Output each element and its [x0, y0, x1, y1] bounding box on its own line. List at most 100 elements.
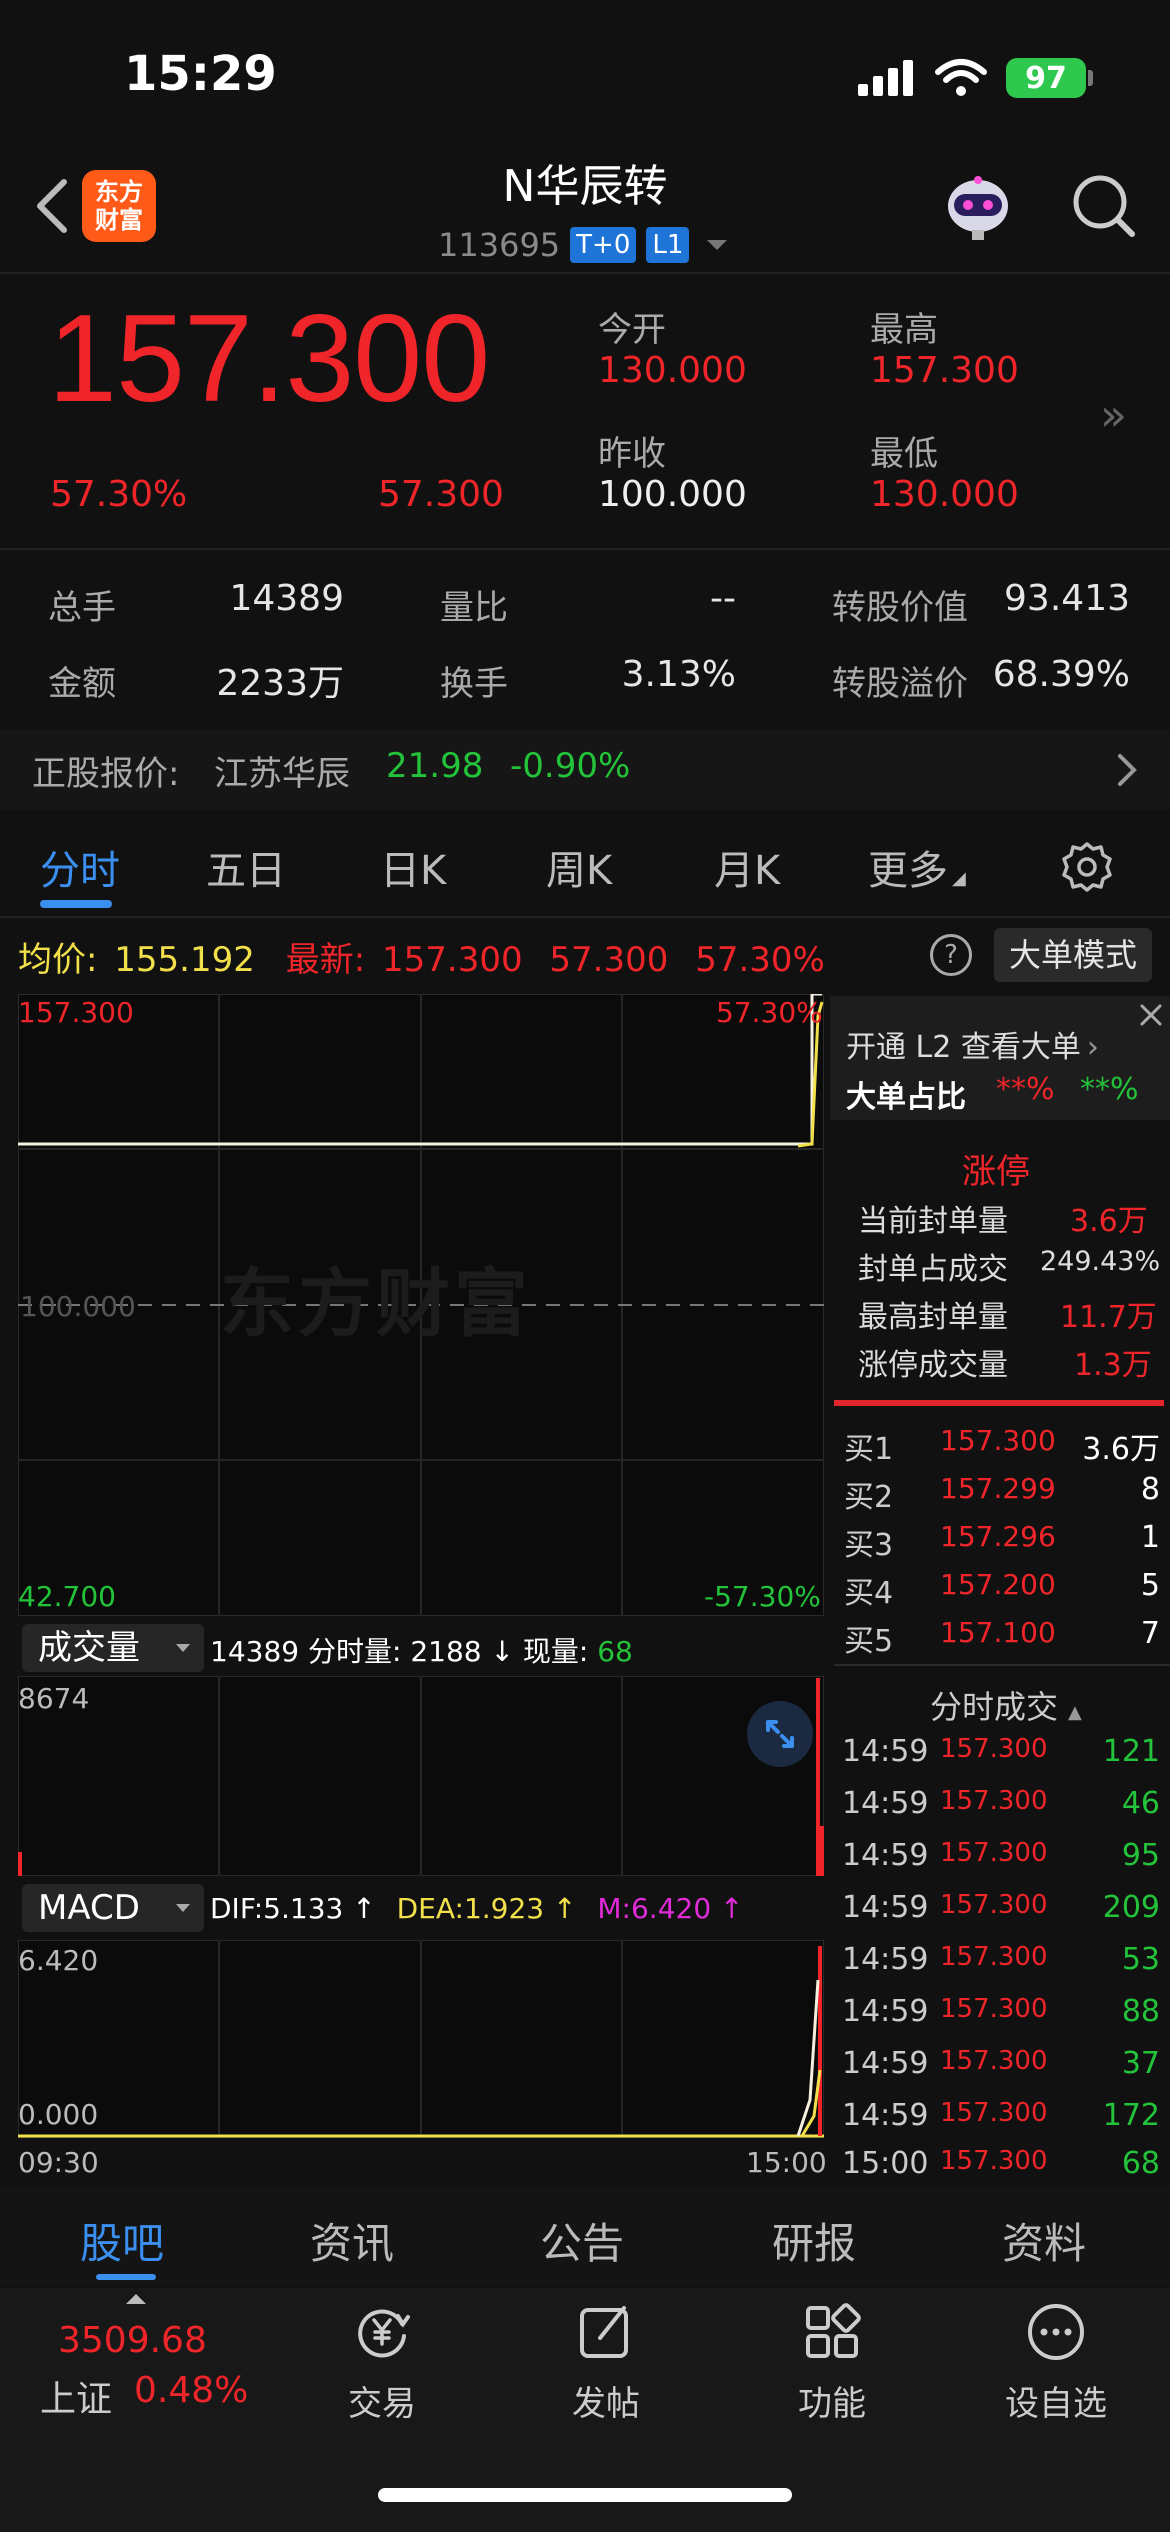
bid-label: 买3 — [844, 1528, 894, 1563]
underlying-name: 江苏华辰 — [214, 754, 350, 794]
bid-qty: 1 — [1140, 1520, 1160, 1555]
macd-indicator-select[interactable]: MACD — [22, 1884, 204, 1932]
more-dots-icon — [1028, 2304, 1084, 2360]
time-end-label: 15:00 — [746, 2146, 827, 2179]
trade-price: 157.300 — [940, 2146, 1048, 2176]
tab-guba[interactable]: 股吧 — [80, 2210, 164, 2271]
compose-icon — [580, 2306, 628, 2358]
tab-weekly-k[interactable]: 周K — [546, 838, 612, 896]
chart-top-pct: 57.30% — [716, 996, 823, 1029]
trade-row: 14:59 157.300 172 — [842, 2098, 1160, 2148]
seal-ratio-label: 封单占成交 — [858, 1252, 1008, 1287]
tab-intraday[interactable]: 分时 — [40, 838, 120, 896]
index-value[interactable]: 3509.68 — [58, 2320, 207, 2361]
battery-icon: 97 — [1006, 58, 1086, 98]
bid-qty: 5 — [1140, 1568, 1160, 1603]
big-order-mode-button[interactable]: 大单模式 — [994, 928, 1152, 982]
prev-close-label: 昨收 — [598, 434, 666, 474]
trade-price: 157.300 — [940, 1734, 1048, 1764]
index-change[interactable]: 0.48% — [134, 2370, 248, 2411]
current-price: 157.300 — [48, 290, 490, 428]
latest-label: 最新: — [285, 940, 366, 980]
status-time: 15:29 — [124, 46, 277, 102]
time-start-label: 09:30 — [18, 2146, 99, 2179]
vol-ratio-label: 量比 — [440, 588, 508, 628]
latest-change-pct: 57.30% — [695, 940, 825, 980]
tab-daily-k[interactable]: 日K — [380, 838, 446, 896]
volume-indicator-select[interactable]: 成交量 — [22, 1624, 204, 1672]
tab-research[interactable]: 研报 — [772, 2210, 856, 2271]
underlying-change: -0.90% — [510, 746, 631, 786]
back-arrow-icon[interactable] — [26, 174, 78, 238]
ai-assistant-robot-icon[interactable] — [938, 174, 1018, 244]
functions-button[interactable]: 功能 — [762, 2300, 902, 2425]
post-button[interactable]: 发帖 — [536, 2300, 676, 2425]
add-watchlist-button[interactable]: 设自选 — [986, 2300, 1126, 2425]
bid-qty: 7 — [1140, 1616, 1160, 1651]
tab-five-day[interactable]: 五日 — [206, 838, 286, 896]
wifi-icon — [935, 59, 987, 96]
bid-row-3[interactable]: 买3 157.296 1 — [842, 1520, 1160, 1570]
tab-profile[interactable]: 资料 — [1002, 2210, 1086, 2271]
logo-line-1: 东方 — [95, 178, 143, 206]
trade-row: 14:59 157.300 37 — [842, 2046, 1160, 2096]
vol-ratio-value: -- — [710, 578, 736, 619]
turnover-label: 换手 — [440, 664, 508, 704]
stock-name: N华辰转 — [502, 161, 668, 212]
trades-title-label: 分时成交 — [930, 1688, 1059, 1726]
trade-qty: 121 — [1102, 1734, 1160, 1769]
trade-qty: 88 — [1121, 1994, 1160, 2029]
tab-more[interactable]: 更多 ◢ — [868, 838, 966, 896]
tab-announcements[interactable]: 公告 — [540, 2210, 624, 2271]
seal-qty-label: 当前封单量 — [858, 1204, 1008, 1239]
chart-bottom-pct: -57.30% — [704, 1580, 821, 1613]
volume-max-label: 8674 — [18, 1682, 90, 1715]
expand-chart-icon[interactable] — [746, 1700, 814, 1768]
big-ratio-label: 大单占比 — [846, 1080, 966, 1115]
expand-details-icon[interactable]: » — [1100, 390, 1127, 441]
conv-value-label: 转股价值 — [832, 588, 968, 628]
trade-qty: 53 — [1121, 1942, 1160, 1977]
bid-row-4[interactable]: 买4 157.200 5 — [842, 1568, 1160, 1618]
volume-chart[interactable] — [18, 1676, 824, 1876]
trade-price: 157.300 — [940, 1838, 1048, 1868]
bid-row-2[interactable]: 买2 157.299 8 — [842, 1472, 1160, 1522]
macd-chart[interactable] — [18, 1940, 824, 2138]
trade-time: 14:59 — [842, 2098, 929, 2133]
tab-monthly-k[interactable]: 月K — [714, 838, 780, 896]
volume-value: 14389 — [229, 578, 344, 619]
trade-row: 14:59 157.300 121 — [842, 1734, 1160, 1784]
bid-label: 买4 — [844, 1576, 894, 1611]
index-name[interactable]: 上证 — [40, 2370, 112, 2422]
minute-volume-label: 分时量: — [307, 1635, 402, 1668]
volume-bar-last — [816, 1678, 820, 1876]
corner-caret-icon: ◢ — [952, 868, 966, 889]
trade-time: 14:59 — [842, 1838, 929, 1873]
underlying-price: 21.98 — [386, 746, 484, 786]
trades-title[interactable]: 分时成交 ▲ — [930, 1682, 1082, 1728]
help-icon[interactable]: ? — [930, 934, 972, 976]
bid-row-5[interactable]: 买5 157.100 7 — [842, 1616, 1160, 1666]
chart-mid-price: 100.000 — [20, 1290, 136, 1323]
amount-label: 金额 — [48, 664, 116, 704]
trade-button[interactable]: 交易 — [312, 2300, 452, 2425]
close-icon[interactable] — [1136, 1000, 1166, 1030]
settings-gear-icon[interactable] — [1060, 840, 1114, 894]
volume-bar-close — [820, 1826, 824, 1876]
trade-price: 157.300 — [940, 2098, 1048, 2128]
limit-up-title: 涨停 — [962, 1152, 1030, 1192]
trade-row: 14:59 157.300 88 — [842, 1994, 1160, 2044]
grid-apps-icon — [806, 2303, 861, 2358]
home-indicator[interactable] — [378, 2488, 792, 2502]
bid-row-1[interactable]: 买1 157.300 3.6万 — [842, 1424, 1160, 1474]
underlying-stock-row[interactable]: 正股报价: 江苏华辰 21.98 -0.90% — [0, 730, 1170, 810]
search-icon[interactable] — [1070, 172, 1138, 240]
trade-price: 157.300 — [940, 2046, 1048, 2076]
l2-promo-text: 开通 L2 查看大单 › — [846, 1022, 1099, 1066]
tab-news[interactable]: 资讯 — [310, 2210, 394, 2271]
stock-code-row[interactable]: 113695 T+0 L1 — [438, 222, 728, 268]
limit-vol-label: 涨停成交量 — [858, 1348, 1008, 1383]
cellular-signal-icon — [858, 60, 914, 96]
l1-badge: L1 — [646, 227, 690, 263]
logo-line-2: 财富 — [95, 206, 143, 234]
